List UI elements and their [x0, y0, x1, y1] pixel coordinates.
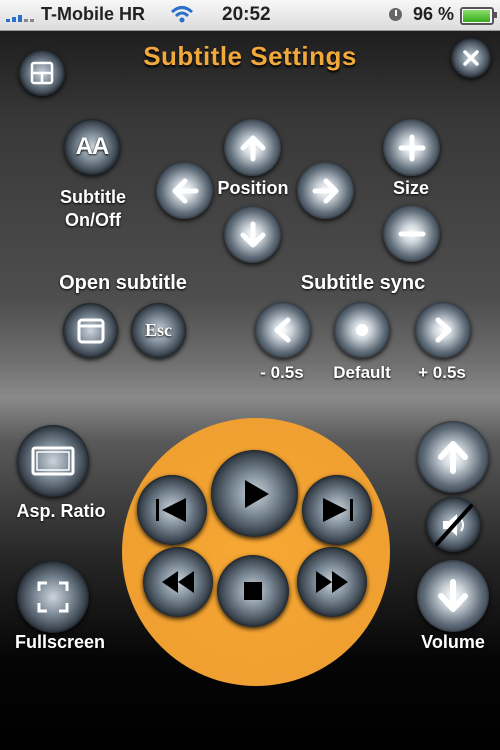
- escape-button[interactable]: Esc: [131, 303, 186, 358]
- previous-icon: [156, 498, 186, 522]
- fullscreen-icon: [37, 581, 69, 613]
- next-icon: [323, 498, 353, 522]
- esc-label: Esc: [145, 320, 172, 340]
- volume-up-icon: [438, 441, 468, 474]
- sync-default-label: Default: [333, 363, 391, 382]
- dot-icon: [356, 324, 368, 336]
- fast-forward-button[interactable]: [297, 547, 367, 617]
- fast-forward-icon: [316, 571, 348, 593]
- subtitle-toggle-label: Subtitle On/Off: [60, 187, 126, 230]
- fullscreen-label: Fullscreen: [14, 632, 106, 652]
- subtitle-sync-label: Subtitle sync: [300, 272, 426, 294]
- arrow-up-icon: [240, 135, 265, 161]
- sync-minus-button[interactable]: [255, 302, 311, 358]
- window-icon: [77, 318, 104, 343]
- position-up-button[interactable]: [224, 119, 281, 176]
- mute-icon: [434, 503, 473, 546]
- stop-icon: [244, 582, 262, 600]
- close-button[interactable]: [451, 38, 491, 78]
- close-icon: [463, 50, 479, 66]
- volume-down-button[interactable]: [417, 560, 489, 632]
- arrow-down-icon: [240, 221, 265, 247]
- status-bar: T-Mobile HR 20:52 96 %: [0, 0, 500, 31]
- arrow-left-icon: [172, 178, 198, 203]
- open-subtitle-button[interactable]: [63, 303, 118, 358]
- sync-plus-label: + 0.5s: [418, 363, 466, 382]
- previous-button[interactable]: [137, 475, 207, 545]
- status-time: 20:52: [222, 4, 271, 25]
- signal-strength-icon: [6, 8, 36, 22]
- battery-icon: [460, 7, 497, 25]
- carrier-name: T-Mobile HR: [41, 4, 145, 24]
- play-button[interactable]: [211, 450, 298, 537]
- arrow-right-icon: [312, 178, 338, 203]
- sync-plus-button[interactable]: [415, 302, 471, 358]
- size-increase-button[interactable]: [383, 119, 440, 176]
- clock-icon: [389, 8, 402, 21]
- app-screen: T-Mobile HR 20:52 96 % Subtitle Settings…: [0, 0, 500, 750]
- battery-level: [463, 10, 491, 22]
- mute-button[interactable]: [426, 497, 481, 552]
- position-right-button[interactable]: [297, 162, 354, 219]
- aspect-ratio-label: Asp. Ratio: [16, 501, 106, 521]
- position-label: Position: [217, 178, 289, 198]
- size-decrease-button[interactable]: [383, 205, 440, 262]
- subtitle-toggle-button[interactable]: AA: [64, 119, 120, 175]
- volume-down-icon: [438, 579, 468, 612]
- size-label: Size: [392, 178, 430, 198]
- plus-icon: [398, 134, 425, 161]
- open-subtitle-label: Open subtitle: [59, 272, 187, 294]
- fullscreen-button[interactable]: [17, 561, 89, 633]
- page-title: Subtitle Settings: [143, 41, 357, 71]
- next-button[interactable]: [302, 475, 372, 545]
- chevron-left-icon: [274, 317, 291, 343]
- position-down-button[interactable]: [224, 206, 281, 263]
- minus-icon: [398, 231, 425, 236]
- font-size-icon: AA: [75, 133, 110, 160]
- chevron-right-icon: [435, 317, 452, 343]
- play-icon: [244, 479, 269, 508]
- rewind-icon: [162, 571, 194, 593]
- position-left-button[interactable]: [156, 162, 213, 219]
- volume-up-button[interactable]: [417, 421, 489, 493]
- volume-label: Volume: [421, 632, 485, 652]
- wifi-icon: [170, 6, 194, 23]
- aspect-ratio-button[interactable]: [17, 425, 89, 497]
- battery-percent: 96 %: [413, 4, 455, 24]
- rewind-button[interactable]: [143, 547, 213, 617]
- aspect-ratio-icon: [31, 446, 75, 476]
- sync-minus-label: - 0.5s: [260, 363, 304, 382]
- sync-default-button[interactable]: [334, 302, 390, 358]
- stop-button[interactable]: [217, 555, 289, 627]
